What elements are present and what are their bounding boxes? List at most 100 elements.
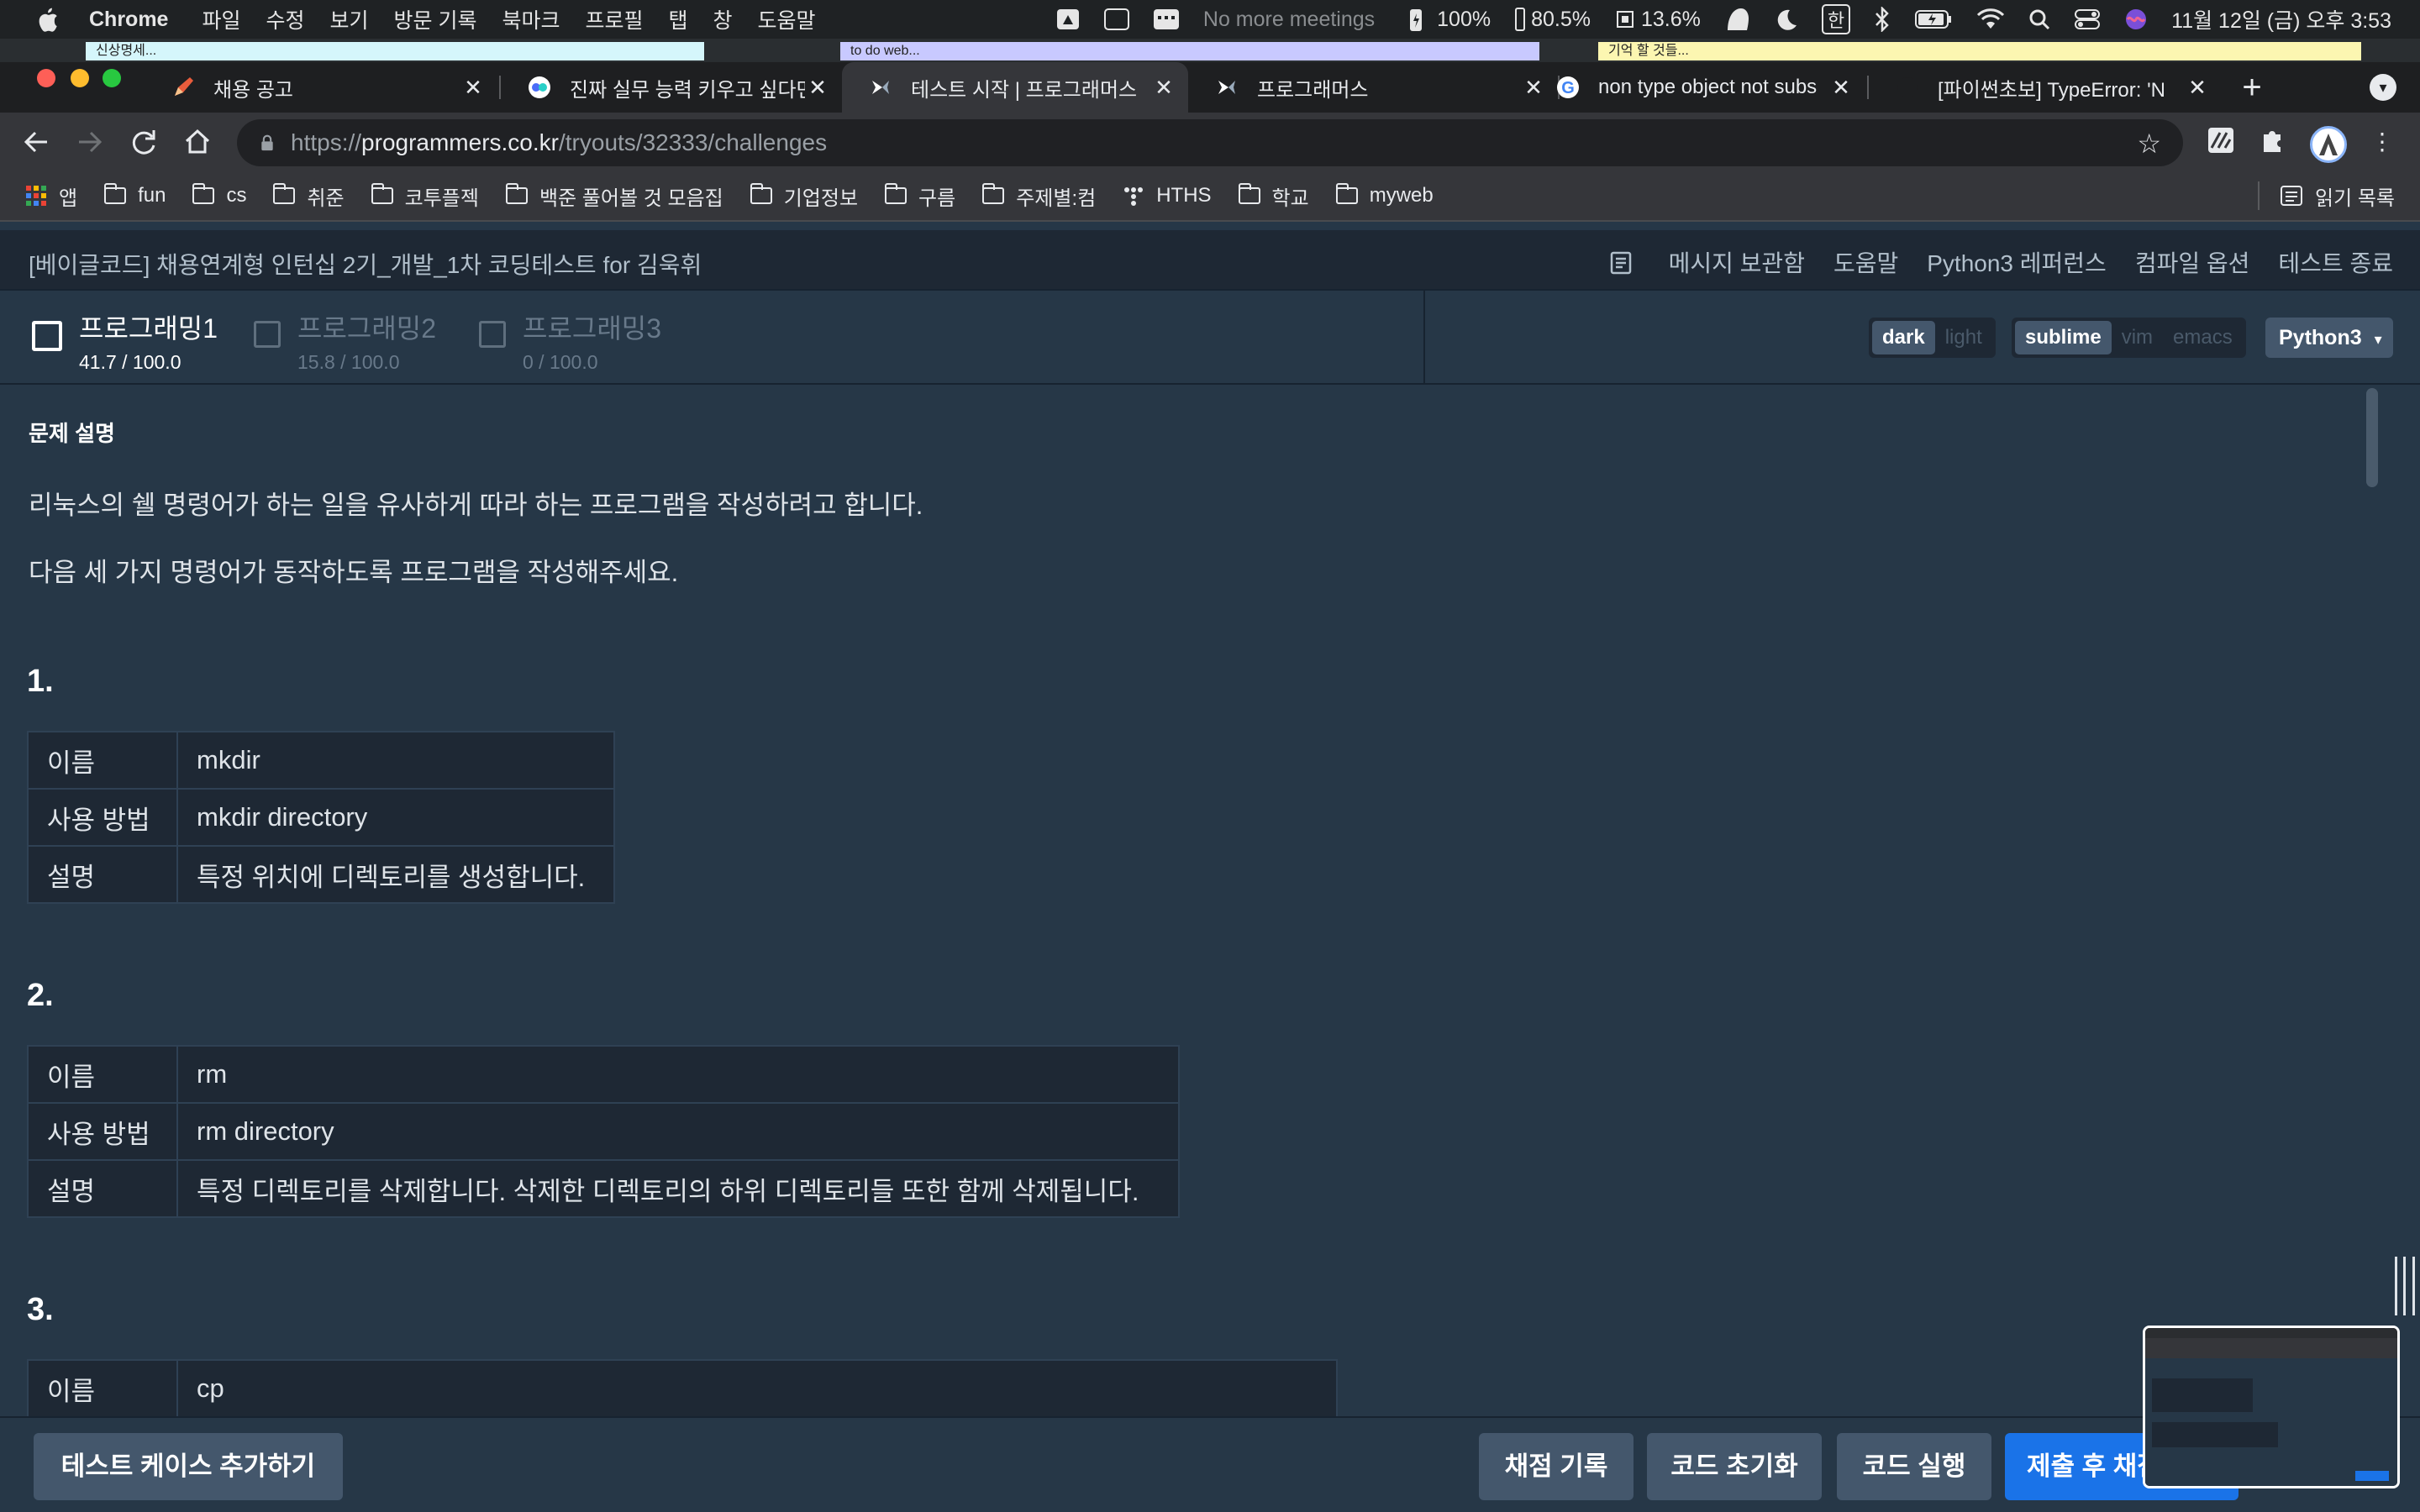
menu-view[interactable]: 보기 <box>330 4 369 34</box>
tab-search-chevron-icon[interactable]: ▾ <box>2370 74 2396 101</box>
python3-reference-link[interactable]: Python3 레퍼런스 <box>1927 245 2107 279</box>
inbox-icon <box>1610 251 1631 275</box>
apple-icon[interactable] <box>35 7 59 32</box>
siri-icon[interactable] <box>2124 8 2148 31</box>
browser-tab-active[interactable]: 테스트 시작 | 프로그래머스 ✕ <box>842 62 1188 113</box>
new-tab-button[interactable]: + <box>2235 69 2269 106</box>
problem-tab-2[interactable]: 프로그래밍2 15.8 / 100.0 <box>254 307 436 374</box>
reading-list-button[interactable]: 읽기 목록 <box>2258 181 2395 211</box>
problem-tab-1[interactable]: 프로그래밍1 41.7 / 100.0 <box>32 307 218 374</box>
calendar-icon[interactable] <box>1153 8 1180 30</box>
problem-score: 0 / 100.0 <box>523 351 598 373</box>
browser-tab[interactable]: [파이썬초보] TypeError: 'N ✕ <box>1869 62 2222 113</box>
problem-checkbox[interactable] <box>479 321 506 348</box>
home-icon[interactable] <box>180 124 215 160</box>
bookmark-folder[interactable]: 학교 <box>1238 181 1309 211</box>
tab-close-icon[interactable]: ✕ <box>805 75 830 101</box>
grading-history-button[interactable]: 채점 기록 <box>1479 1433 1634 1500</box>
help-link[interactable]: 도움말 <box>1833 245 1898 279</box>
extension-icon[interactable] <box>2205 126 2237 158</box>
window-close-button[interactable] <box>37 69 55 87</box>
address-bar[interactable]: https://programmers.co.kr/tryouts/32333/… <box>237 119 2183 166</box>
tab-close-icon[interactable]: ✕ <box>1828 75 1854 101</box>
menu-file[interactable]: 파일 <box>202 4 240 34</box>
app-menu-chrome[interactable]: Chrome <box>89 8 168 32</box>
add-testcase-button[interactable]: 테스트 케이스 추가하기 <box>34 1433 343 1500</box>
run-code-button[interactable]: 코드 실행 <box>1837 1433 1991 1500</box>
bookmark-folder[interactable]: fun <box>104 183 166 207</box>
bookmark-folder[interactable]: 코투플젝 <box>371 181 479 211</box>
bookmark-folder[interactable]: cs <box>192 183 246 207</box>
folder-icon <box>885 183 908 204</box>
browser-tab[interactable]: 프로그래머스 ✕ <box>1188 62 1558 113</box>
browser-tab[interactable]: 진짜 실무 능력 키우고 싶다면 ✕ <box>501 62 842 113</box>
bookmark-star-icon[interactable]: ☆ <box>2137 128 2161 160</box>
chrome-menu-icon[interactable]: ⋮ <box>2366 126 2398 158</box>
apps-grid-icon <box>26 186 46 206</box>
menu-window[interactable]: 창 <box>713 4 733 34</box>
sticky-note[interactable]: 기억 할 것들... <box>1598 42 2361 60</box>
menubar-clock[interactable]: 11월 12일 (금) 오후 3:53 <box>2171 4 2391 34</box>
bookmark-folder[interactable]: 취준 <box>273 181 345 211</box>
problem-checkbox[interactable] <box>32 321 62 351</box>
menu-history[interactable]: 방문 기록 <box>394 4 477 34</box>
battery-stat[interactable]: 100% <box>1408 7 1491 32</box>
menu-tab[interactable]: 탭 <box>669 4 688 34</box>
window-zoom-button[interactable] <box>103 69 121 87</box>
sticky-note[interactable]: 신상명세... <box>86 42 704 60</box>
bookmark-folder[interactable]: 기업정보 <box>750 181 858 211</box>
screenshot-thumbnail[interactable] <box>2143 1326 2400 1488</box>
battery-icon[interactable] <box>1914 8 1953 30</box>
keymap-vim-option[interactable]: vim <box>2112 321 2163 354</box>
pane-resize-handle[interactable] <box>2395 1257 2415 1315</box>
compile-options-link[interactable]: 컴파일 옵션 <box>2135 245 2250 279</box>
menu-bookmarks[interactable]: 북마크 <box>502 4 560 34</box>
theme-light-option[interactable]: light <box>1935 321 1992 354</box>
browser-tab[interactable]: 채용 공고 ✕ <box>145 62 497 113</box>
language-select[interactable]: Python3 ▾ <box>2265 318 2393 358</box>
tab-close-icon[interactable]: ✕ <box>460 75 486 101</box>
menu-help[interactable]: 도움말 <box>758 4 816 34</box>
forward-arrow-icon[interactable] <box>72 124 108 160</box>
keymap-emacs-option[interactable]: emacs <box>2163 321 2243 354</box>
scrollbar-thumb[interactable] <box>2366 388 2378 487</box>
bookmark-folder[interactable]: myweb <box>1335 183 1434 207</box>
reload-icon[interactable] <box>126 124 161 160</box>
bookmark-link[interactable]: HTHS <box>1123 184 1212 207</box>
window-manager-icon[interactable] <box>1103 8 1129 30</box>
meeting-status[interactable]: No more meetings <box>1203 8 1375 32</box>
end-test-link[interactable]: 테스트 종료 <box>2278 245 2393 279</box>
message-box-link[interactable]: 메시지 보관함 <box>1610 245 1805 279</box>
pencil-favicon-icon <box>171 76 195 99</box>
cpu-stat[interactable]: 13.6% <box>1614 8 1701 32</box>
back-arrow-icon[interactable] <box>18 124 54 160</box>
tab-close-icon[interactable]: ✕ <box>2185 75 2210 101</box>
extensions-puzzle-icon[interactable] <box>2257 126 2289 158</box>
control-center-icon[interactable] <box>2074 8 2101 30</box>
theme-dark-option[interactable]: dark <box>1872 321 1935 354</box>
ghost-icon[interactable] <box>1724 7 1751 32</box>
menu-edit[interactable]: 수정 <box>266 4 304 34</box>
spotlight-search-icon[interactable] <box>2028 8 2050 30</box>
reset-code-button[interactable]: 코드 초기화 <box>1647 1433 1822 1500</box>
window-minimize-button[interactable] <box>71 69 89 87</box>
problem-checkbox[interactable] <box>254 321 281 348</box>
bookmark-folder[interactable]: 주제별:컴 <box>982 181 1096 211</box>
profile-avatar[interactable] <box>2310 126 2347 163</box>
menu-profiles[interactable]: 프로필 <box>585 4 643 34</box>
tab-close-icon[interactable]: ✕ <box>1151 75 1176 101</box>
problem-tab-3[interactable]: 프로그래밍3 0 / 100.0 <box>479 307 661 374</box>
bookmark-folder[interactable]: 백준 풀어볼 것 모음집 <box>505 181 723 211</box>
input-source-icon[interactable]: 한 <box>1821 4 1851 34</box>
bookmark-apps[interactable]: 앱 <box>25 181 77 211</box>
drive-icon[interactable] <box>1055 8 1081 31</box>
bluetooth-icon[interactable] <box>1874 7 1891 32</box>
wifi-icon[interactable] <box>1976 8 2005 30</box>
keymap-sublime-option[interactable]: sublime <box>2015 321 2112 354</box>
bookmark-folder[interactable]: 구름 <box>885 181 955 211</box>
night-mode-icon[interactable] <box>1775 8 1798 31</box>
browser-tab[interactable]: G non type object not subs ✕ <box>1529 62 1865 113</box>
lock-icon[interactable] <box>259 134 276 151</box>
memory-stat[interactable]: 80.5% <box>1514 7 1591 32</box>
sticky-note[interactable]: to do web... <box>840 42 1539 60</box>
